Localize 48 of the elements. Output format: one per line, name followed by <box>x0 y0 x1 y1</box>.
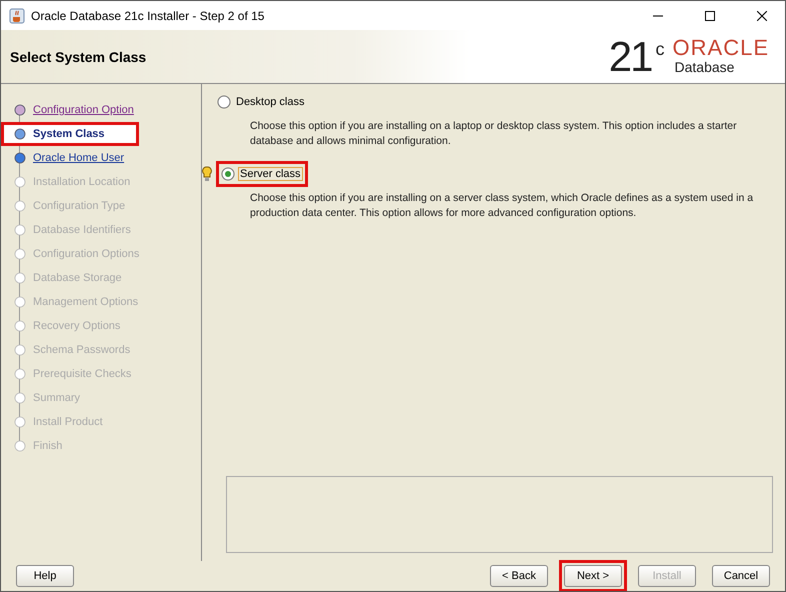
step-node-icon <box>13 103 27 117</box>
maximize-icon <box>705 10 715 20</box>
radio-button-icon <box>221 167 235 181</box>
step-node-icon <box>13 271 27 285</box>
wizard-step[interactable]: System Class <box>1 122 139 146</box>
step-node-icon <box>13 223 27 237</box>
step-node-icon <box>13 175 27 189</box>
version-number: 21 <box>608 36 652 76</box>
step-node-icon <box>13 415 27 429</box>
page-title: Select System Class <box>10 48 146 64</box>
wizard-step[interactable]: Installation Location <box>1 170 201 194</box>
wizard-step[interactable]: Oracle Home User <box>1 146 201 170</box>
option-description: Choose this option if you are installing on a server class system, which Oracle defines as a system used in a production data center. This option allows for more advanced configuration options. <box>250 191 754 221</box>
step-node-icon <box>13 151 27 165</box>
radio-button-icon <box>217 95 231 109</box>
step-node-icon <box>13 319 27 333</box>
close-icon <box>757 10 767 20</box>
wizard-step[interactable]: Schema Passwords <box>1 338 201 362</box>
step-node-icon <box>13 295 27 309</box>
step-node-icon <box>13 247 27 261</box>
wizard-step[interactable]: Install Product <box>1 410 201 434</box>
wizard-step[interactable]: Database Identifiers <box>1 218 201 242</box>
wizard-button[interactable]: Help <box>16 565 74 587</box>
wizard-button[interactable]: Next > <box>564 565 622 587</box>
option-description: Choose this option if you are installing on a laptop or desktop class system. This option includes a starter database and allows minimal configuration. <box>250 119 738 149</box>
wizard-step[interactable]: Finish <box>1 434 201 458</box>
step-node-icon <box>13 199 27 213</box>
wizard-step[interactable]: Configuration Type <box>1 194 201 218</box>
wizard-step[interactable]: Prerequisite Checks <box>1 362 201 386</box>
product-name: Database <box>674 58 736 74</box>
wizard-button[interactable]: < Back <box>490 565 548 587</box>
wizard-step[interactable]: Recovery Options <box>1 314 201 338</box>
java-cup-icon <box>9 8 25 24</box>
step-node-icon <box>13 367 27 381</box>
step-node-icon <box>13 127 27 141</box>
window-title: Oracle Database 21c Installer - Step 2 of 15 <box>31 8 266 22</box>
wizard-step[interactable]: Management Options <box>1 290 201 314</box>
wizard-button[interactable]: Cancel <box>712 565 770 587</box>
version-suffix: c <box>656 38 665 60</box>
brand-wordmark: ORACLE <box>672 36 769 58</box>
step-node-icon <box>13 439 27 453</box>
wizard-step[interactable]: Configuration Options <box>1 242 201 266</box>
radio-option[interactable]: Desktop class <box>217 94 306 110</box>
step-node-icon <box>13 343 27 357</box>
wizard-step[interactable]: Configuration Option <box>1 98 201 122</box>
wizard-step[interactable]: Summary <box>1 386 201 410</box>
step-node-icon <box>13 391 27 405</box>
wizard-step[interactable]: Database Storage <box>1 266 201 290</box>
